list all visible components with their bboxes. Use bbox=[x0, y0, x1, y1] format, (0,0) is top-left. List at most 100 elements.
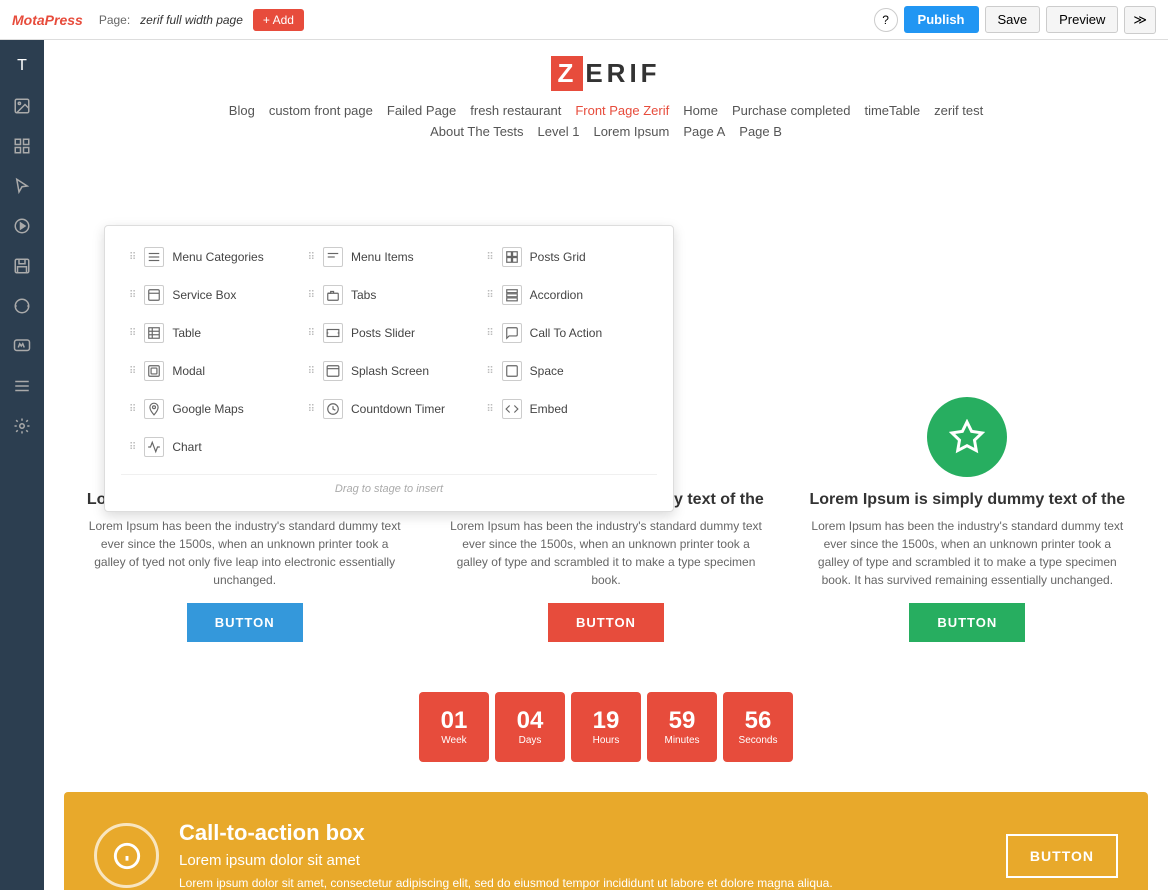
sidebar-icon-grid[interactable] bbox=[4, 128, 40, 164]
menu-categories-icon bbox=[144, 247, 164, 267]
widget-item-splash-screen[interactable]: ⠿ Splash Screen bbox=[300, 356, 479, 386]
widget-panel: ⠿ Menu Categories ⠿ Menu Items ⠿ Posts G… bbox=[104, 225, 674, 512]
cta-subtitle: Lorem ipsum dolor sit amet bbox=[179, 852, 986, 869]
table-icon bbox=[144, 323, 164, 343]
widget-item-service-box[interactable]: ⠿ Service Box bbox=[121, 280, 300, 310]
sidebar-icon-settings[interactable] bbox=[4, 408, 40, 444]
main-content: Z ERIF Blog custom front page Failed Pag… bbox=[44, 40, 1168, 890]
drag-handle: ⠿ bbox=[486, 290, 493, 301]
countdown-timer-icon bbox=[323, 399, 343, 419]
feature-text-1: Lorem Ipsum has been the industry's stan… bbox=[84, 517, 405, 589]
widget-label: Countdown Timer bbox=[351, 402, 445, 416]
nav-timetable[interactable]: timeTable bbox=[864, 103, 920, 118]
countdown-label-days: Days bbox=[519, 735, 542, 746]
nav-fresh-restaurant[interactable]: fresh restaurant bbox=[470, 103, 561, 118]
widget-item-countdown-timer[interactable]: ⠿ Countdown Timer bbox=[300, 394, 479, 424]
nav-purchase-completed[interactable]: Purchase completed bbox=[732, 103, 851, 118]
sidebar-icon-menu[interactable] bbox=[4, 368, 40, 404]
widget-item-posts-grid[interactable]: ⠿ Posts Grid bbox=[478, 242, 657, 272]
nav-custom-front[interactable]: custom front page bbox=[269, 103, 373, 118]
sidebar-icon-play[interactable] bbox=[4, 208, 40, 244]
save-button[interactable]: Save bbox=[985, 6, 1041, 33]
nav-front-page-zerif[interactable]: Front Page Zerif bbox=[575, 103, 669, 118]
cta-icon bbox=[94, 823, 159, 888]
nav-home[interactable]: Home bbox=[683, 103, 718, 118]
widget-item-menu-items[interactable]: ⠿ Menu Items bbox=[300, 242, 479, 272]
left-sidebar: T bbox=[0, 40, 44, 890]
drag-handle: ⠿ bbox=[486, 366, 493, 377]
countdown-num-week: 01 bbox=[441, 709, 468, 733]
sidebar-icon-save[interactable] bbox=[4, 248, 40, 284]
sidebar-icon-wordpress[interactable] bbox=[4, 288, 40, 324]
widget-item-menu-categories[interactable]: ⠿ Menu Categories bbox=[121, 242, 300, 272]
widget-item-space[interactable]: ⠿ Space bbox=[478, 356, 657, 386]
zerif-logo-z: Z bbox=[551, 56, 583, 91]
nav-page-b[interactable]: Page B bbox=[739, 124, 782, 139]
countdown-days: 04 Days bbox=[495, 692, 565, 762]
widget-label: Menu Items bbox=[351, 250, 414, 264]
feature-text-3: Lorem Ipsum has been the industry's stan… bbox=[807, 517, 1128, 589]
countdown-num-seconds: 56 bbox=[745, 709, 772, 733]
countdown-num-hours: 19 bbox=[593, 709, 620, 733]
posts-grid-icon bbox=[502, 247, 522, 267]
modal-icon bbox=[144, 361, 164, 381]
feature-btn-3[interactable]: BUTTON bbox=[909, 603, 1025, 642]
countdown-num-days: 04 bbox=[517, 709, 544, 733]
sidebar-icon-image[interactable] bbox=[4, 88, 40, 124]
feature-btn-2[interactable]: BUTTON bbox=[548, 603, 664, 642]
nav-zerif-test[interactable]: zerif test bbox=[934, 103, 983, 118]
feature-text-2: Lorem Ipsum has been the industry's stan… bbox=[445, 517, 766, 589]
countdown-minutes: 59 Minutes bbox=[647, 692, 717, 762]
widget-label: Tabs bbox=[351, 288, 376, 302]
widget-label: Space bbox=[530, 364, 564, 378]
more-button[interactable]: ≫ bbox=[1124, 6, 1156, 34]
widget-item-modal[interactable]: ⠿ Modal bbox=[121, 356, 300, 386]
publish-button[interactable]: Publish bbox=[904, 6, 979, 33]
nav-page-a[interactable]: Page A bbox=[683, 124, 725, 139]
widget-item-table[interactable]: ⠿ Table bbox=[121, 318, 300, 348]
widget-item-google-maps[interactable]: ⠿ Google Maps bbox=[121, 394, 300, 424]
widget-label: Call To Action bbox=[530, 326, 603, 340]
widget-item-tabs[interactable]: ⠿ Tabs bbox=[300, 280, 479, 310]
widget-item-accordion[interactable]: ⠿ Accordion bbox=[478, 280, 657, 310]
countdown-section: 01 Week 04 Days 19 Hours 59 Minutes 56 S… bbox=[44, 672, 1168, 782]
drag-handle: ⠿ bbox=[129, 252, 136, 263]
widget-grid: ⠿ Menu Categories ⠿ Menu Items ⠿ Posts G… bbox=[121, 242, 657, 462]
zerif-logo: Z ERIF bbox=[551, 56, 660, 91]
countdown-seconds: 56 Seconds bbox=[723, 692, 793, 762]
help-button[interactable]: ? bbox=[874, 8, 898, 32]
cta-title: Call-to-action box bbox=[179, 820, 986, 846]
cta-button[interactable]: BUTTON bbox=[1006, 834, 1118, 878]
feature-col-3: Lorem Ipsum is simply dummy text of the … bbox=[797, 387, 1138, 652]
widget-item-embed[interactable]: ⠿ Embed bbox=[478, 394, 657, 424]
space-icon bbox=[502, 361, 522, 381]
widget-label: Service Box bbox=[172, 288, 236, 302]
widget-item-posts-slider[interactable]: ⠿ Posts Slider bbox=[300, 318, 479, 348]
widget-label: Splash Screen bbox=[351, 364, 429, 378]
drag-handle: ⠿ bbox=[486, 404, 493, 415]
add-button[interactable]: + Add bbox=[253, 9, 304, 31]
nav-lorem-ipsum[interactable]: Lorem Ipsum bbox=[593, 124, 669, 139]
drag-handle: ⠿ bbox=[486, 252, 493, 263]
accordion-icon bbox=[502, 285, 522, 305]
nav-level1[interactable]: Level 1 bbox=[538, 124, 580, 139]
widget-item-call-to-action[interactable]: ⠿ Call To Action bbox=[478, 318, 657, 348]
sidebar-icon-woo[interactable] bbox=[4, 328, 40, 364]
drag-handle: ⠿ bbox=[308, 252, 315, 263]
countdown-label-week: Week bbox=[441, 735, 466, 746]
service-box-icon bbox=[144, 285, 164, 305]
nav-about-tests[interactable]: About The Tests bbox=[430, 124, 523, 139]
feature-btn-1[interactable]: BUTTON bbox=[187, 603, 303, 642]
sidebar-icon-text[interactable]: T bbox=[4, 48, 40, 84]
countdown-label-seconds: Seconds bbox=[739, 735, 778, 746]
widget-label: Table bbox=[172, 326, 201, 340]
embed-icon bbox=[502, 399, 522, 419]
tabs-icon bbox=[323, 285, 343, 305]
nav-menu-secondary: About The Tests Level 1 Lorem Ipsum Page… bbox=[44, 124, 1168, 139]
sidebar-icon-cursor[interactable] bbox=[4, 168, 40, 204]
preview-button[interactable]: Preview bbox=[1046, 6, 1118, 33]
widget-item-chart[interactable]: ⠿ Chart bbox=[121, 432, 300, 462]
nav-blog[interactable]: Blog bbox=[229, 103, 255, 118]
drag-handle: ⠿ bbox=[129, 290, 136, 301]
nav-failed-page[interactable]: Failed Page bbox=[387, 103, 456, 118]
